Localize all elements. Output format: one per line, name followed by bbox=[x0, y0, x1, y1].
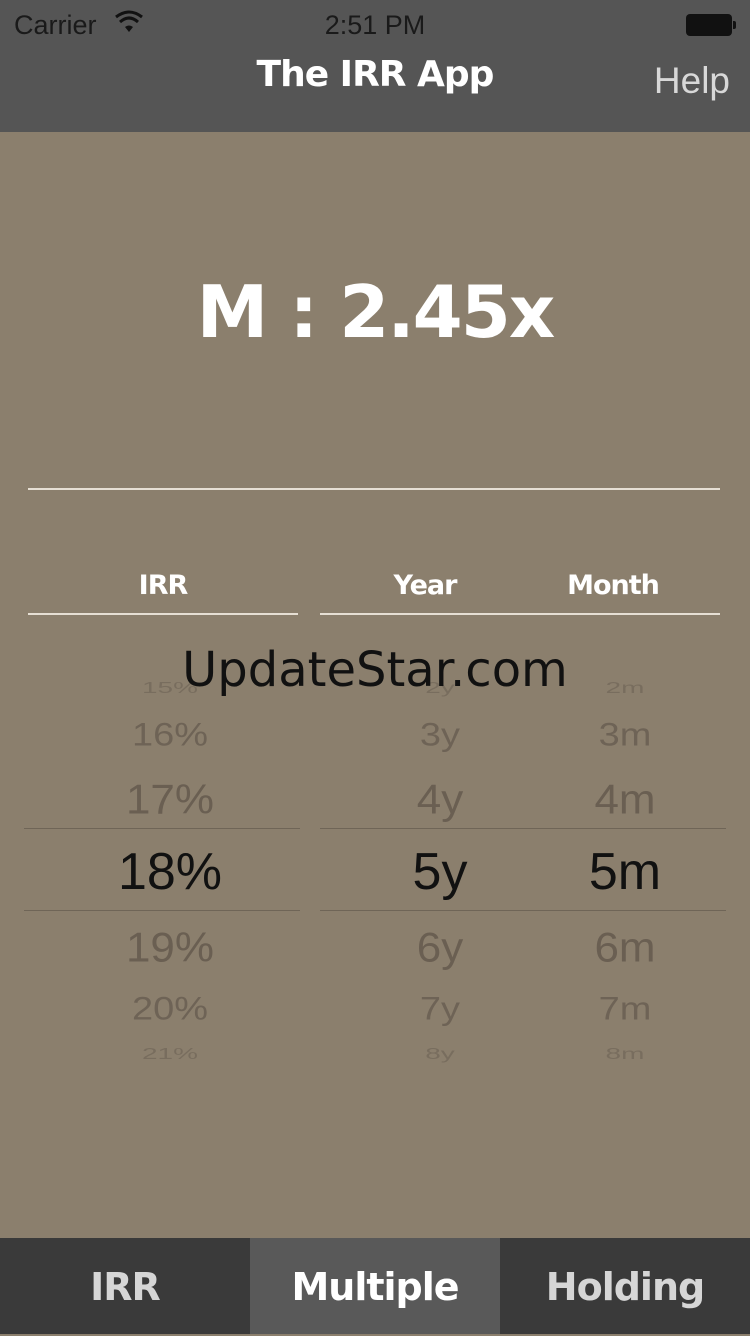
year-picker[interactable]: 2y 3y 4y 5y 6y 7y 8y bbox=[340, 640, 540, 1080]
month-column-header: Month bbox=[567, 570, 660, 601]
irr-picker-selected-item[interactable]: 18% bbox=[40, 842, 300, 902]
month-picker-item[interactable]: 4m bbox=[530, 776, 720, 824]
month-picker-item[interactable]: 3m bbox=[530, 717, 720, 754]
tab-bar: IRR Multiple Holding bbox=[0, 1238, 750, 1334]
irr-picker-item[interactable]: 16% bbox=[40, 717, 300, 754]
irr-picker-item[interactable]: 17% bbox=[40, 776, 300, 824]
tab-holding[interactable]: Holding bbox=[500, 1238, 750, 1334]
page-title: The IRR App bbox=[256, 54, 495, 95]
year-picker-item[interactable]: 8y bbox=[340, 1045, 540, 1063]
irr-picker[interactable]: 15% 16% 17% 18% 19% 20% 21% bbox=[40, 640, 300, 1080]
month-picker-item[interactable]: 6m bbox=[530, 924, 720, 972]
irr-picker-item[interactable]: 20% bbox=[40, 991, 300, 1028]
year-picker-selected-item[interactable]: 5y bbox=[340, 842, 540, 902]
status-bar: Carrier 2:51 PM bbox=[0, 0, 750, 50]
divider bbox=[28, 488, 720, 490]
year-month-header-line bbox=[320, 613, 720, 615]
year-picker-item[interactable]: 6y bbox=[340, 924, 540, 972]
battery-icon bbox=[686, 14, 736, 36]
help-button[interactable]: Help bbox=[654, 60, 730, 102]
month-picker-item[interactable]: 8m bbox=[530, 1045, 720, 1063]
tab-multiple[interactable]: Multiple bbox=[250, 1238, 500, 1334]
irr-header-line bbox=[28, 613, 298, 615]
watermark-text: UpdateStar.com bbox=[182, 642, 568, 698]
month-picker[interactable]: 2m 3m 4m 5m 6m 7m 8m bbox=[530, 640, 720, 1080]
irr-column-header: IRR bbox=[138, 570, 189, 601]
year-column-header: Year bbox=[393, 570, 458, 601]
year-picker-item[interactable]: 7y bbox=[340, 991, 540, 1028]
month-picker-selected-item[interactable]: 5m bbox=[530, 842, 720, 902]
navigation-bar: The IRR App Help bbox=[0, 50, 750, 132]
year-picker-item[interactable]: 4y bbox=[340, 776, 540, 824]
irr-picker-item[interactable]: 19% bbox=[40, 924, 300, 972]
tab-irr[interactable]: IRR bbox=[0, 1238, 250, 1334]
multiple-result: M : 2.45x bbox=[196, 270, 556, 354]
irr-picker-item[interactable]: 21% bbox=[40, 1045, 300, 1063]
year-picker-item[interactable]: 3y bbox=[340, 717, 540, 754]
status-time: 2:51 PM bbox=[324, 10, 426, 40]
month-picker-item[interactable]: 7m bbox=[530, 991, 720, 1028]
